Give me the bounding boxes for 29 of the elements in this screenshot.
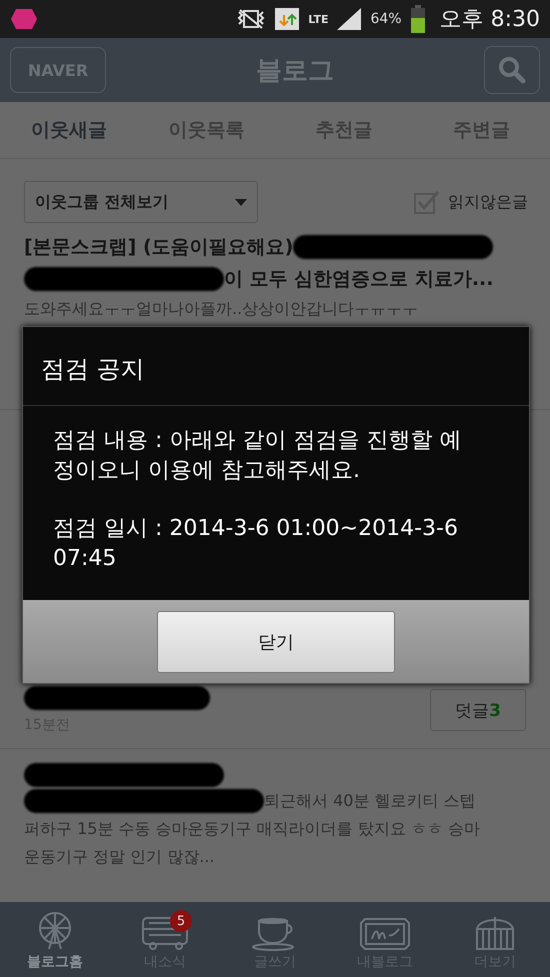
post-preview: 퍼하구 15분 수동 승마운동기구 매직라이더를 탔지요 ㅎㅎ 승마 — [24, 818, 480, 840]
post-preview: 운동기구 정말 인기 많잖... — [24, 846, 215, 868]
caret-icon — [235, 198, 247, 206]
checkbox-label: 읽지않은글 — [448, 192, 528, 212]
post-title: [본문스크랩] (도움이필요해요) — [24, 235, 294, 260]
dialog-message: 점검 일시 : 2014-3-6 01:00~2014-3-6 07:45 — [53, 515, 459, 573]
comment-button[interactable]: 덧글3 — [430, 689, 526, 731]
close-button[interactable]: 닫기 — [157, 610, 395, 672]
post-title: 이 모두 심한염증으로 치료가... — [224, 267, 494, 292]
sign-frame-icon — [359, 917, 411, 951]
post-preview: 도와주세요ㅜㅜ얼마나아플까..상상이안갑니다ㅜㅠㅜㅜ — [24, 298, 418, 320]
signal-icon — [336, 7, 362, 31]
tab[interactable]: 이웃새글 — [0, 102, 138, 158]
clock: 오후 8:30 — [440, 6, 540, 34]
network-type-label: LTE — [308, 12, 328, 26]
notification-badge: 5 — [170, 910, 192, 932]
battery-icon — [410, 5, 426, 33]
dialog-message: 점검 내용 : 아래와 같이 점검을 진행할 예정이오니 이용에 참고해주세요. — [53, 427, 462, 485]
search-icon — [498, 56, 526, 84]
vibrate-mute-icon — [236, 8, 266, 30]
nav-tab[interactable]: 블로그홈 — [0, 902, 110, 977]
post-preview: 퇴근해서 40분 헬로키티 스텝 — [264, 790, 476, 812]
download-notification-icon — [274, 7, 300, 31]
carrier-logo-icon — [10, 7, 38, 31]
bus-icon — [141, 915, 189, 951]
group-dropdown[interactable]: 이웃그룹 전체보기 — [24, 181, 258, 223]
battery-percent: 64% — [370, 11, 402, 27]
search-button[interactable] — [484, 46, 540, 94]
dialog-title: 점검 공지 — [23, 327, 529, 406]
